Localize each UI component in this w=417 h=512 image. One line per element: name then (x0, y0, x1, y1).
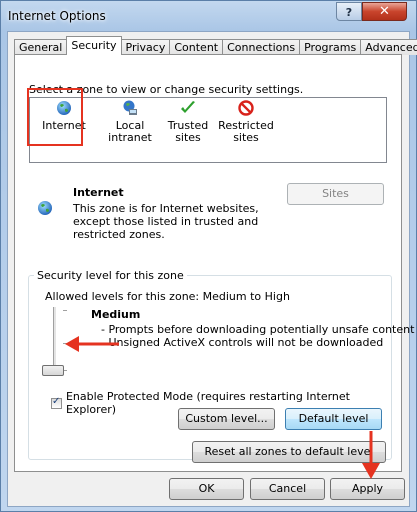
internet-options-window: Internet Options ? ✕ General Security Pr… (0, 0, 417, 512)
security-level-description: - Prompts before downloading potentially… (101, 323, 414, 349)
zone-local-intranet[interactable]: Local intranet (102, 100, 158, 144)
check-icon: ✓ (52, 395, 61, 407)
tab-connections[interactable]: Connections (222, 39, 301, 55)
zone-info-title: Internet (73, 186, 124, 199)
zone-info-description: This zone is for Internet websites, exce… (73, 202, 259, 241)
checkmark-icon (181, 101, 195, 113)
window-title: Internet Options (8, 9, 106, 23)
protected-mode-checkbox[interactable]: ✓ (51, 395, 62, 409)
default-level-button[interactable]: Default level (285, 408, 382, 430)
apply-annotation-arrow (362, 431, 380, 479)
slider-track (53, 307, 57, 373)
tab-strip: General Security Privacy Content Connect… (14, 36, 417, 55)
zone-local-intranet-label-2: intranet (108, 131, 152, 144)
zone-trusted-label-2: sites (175, 131, 201, 144)
slider-thumb[interactable] (42, 365, 64, 376)
security-level-group-label: Security level for this zone (34, 269, 187, 282)
selected-zone-globe-icon (38, 201, 52, 215)
tab-content[interactable]: Content (169, 39, 224, 55)
apply-button[interactable]: Apply (330, 478, 405, 500)
tab-advanced[interactable]: Advanced (360, 39, 417, 55)
intranet-icon (123, 100, 137, 115)
level-description-line: - Unsigned ActiveX controls will not be … (101, 336, 384, 349)
internet-zone-highlight-box (27, 88, 83, 146)
title-bar[interactable]: Internet Options ? ✕ (1, 1, 416, 31)
no-entry-icon (238, 100, 254, 116)
slider-tick (63, 310, 67, 311)
zone-restricted-label-2: sites (233, 131, 259, 144)
ok-button[interactable]: OK (169, 478, 244, 500)
reset-all-zones-button[interactable]: Reset all zones to default level (192, 441, 386, 463)
allowed-levels-text: Allowed levels for this zone: Medium to … (45, 290, 290, 303)
slider-annotation-arrow (65, 336, 119, 352)
tab-privacy[interactable]: Privacy (120, 39, 171, 55)
custom-level-button[interactable]: Custom level... (178, 408, 275, 430)
tab-security[interactable]: Security (66, 36, 122, 55)
close-button[interactable]: ✕ (362, 2, 407, 21)
tab-programs[interactable]: Programs (299, 39, 362, 55)
zone-trusted-sites[interactable]: Trusted sites (160, 100, 216, 144)
cancel-button[interactable]: Cancel (250, 478, 325, 500)
help-button[interactable]: ? (336, 2, 362, 21)
tab-general[interactable]: General (14, 39, 68, 55)
zone-restricted-sites[interactable]: Restricted sites (218, 100, 274, 144)
sites-button[interactable]: Sites (287, 183, 384, 205)
level-description-line: - Prompts before downloading potentially… (101, 323, 415, 336)
security-level-name: Medium (91, 308, 141, 321)
